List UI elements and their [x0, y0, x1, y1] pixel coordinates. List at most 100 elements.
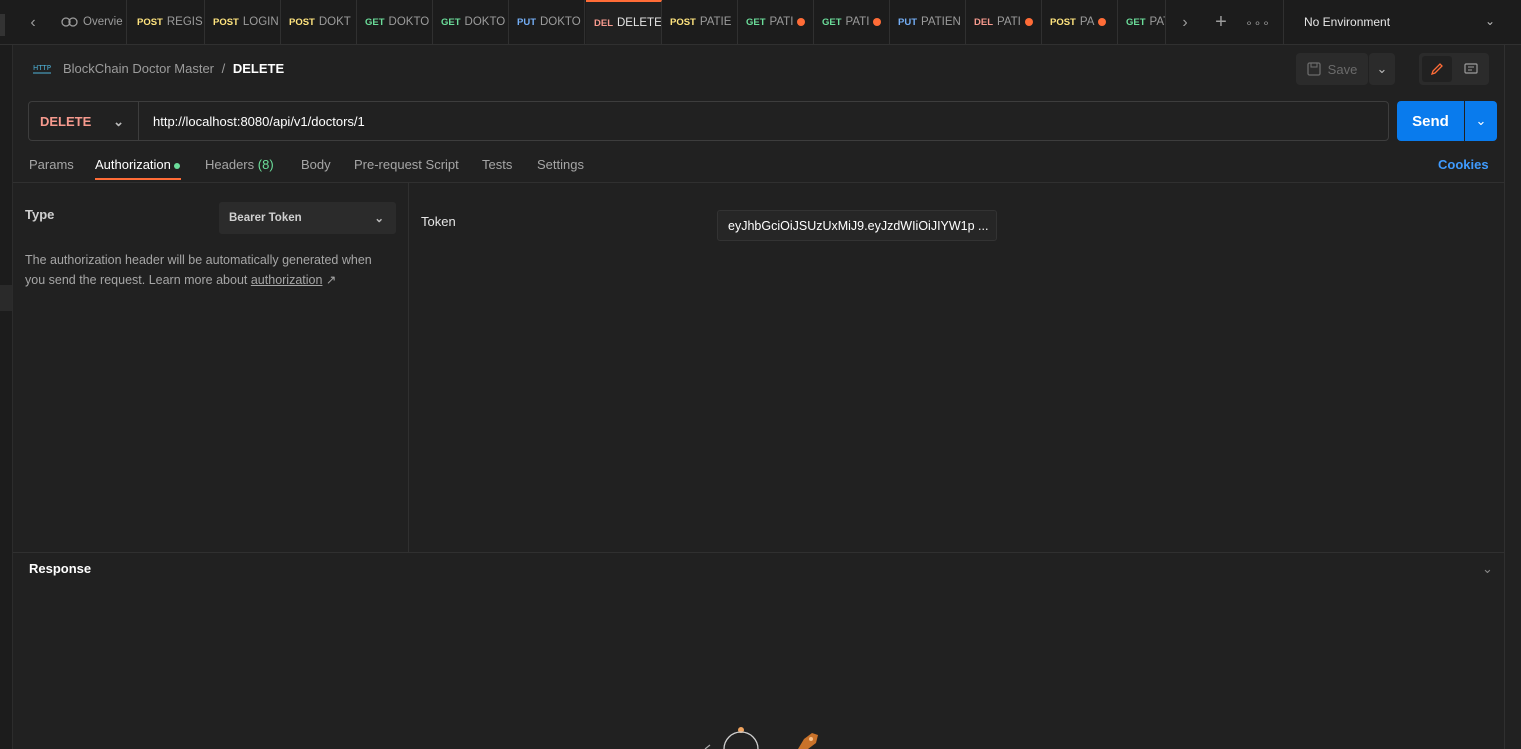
tab-tests[interactable]: Tests — [482, 157, 512, 172]
tab-label: DOKT — [318, 16, 351, 28]
sidebar-collapsed — [0, 45, 13, 749]
new-tab-button[interactable]: + — [1206, 7, 1236, 38]
environment-selector[interactable]: No Environment ⌄ — [1283, 0, 1521, 44]
tab-request[interactable]: POST LOGIN — [205, 0, 281, 44]
auth-type-label: Type — [25, 207, 55, 222]
tab-authorization[interactable]: Authorization — [95, 157, 180, 172]
sidebar-handle[interactable] — [0, 285, 12, 311]
tab-headers[interactable]: Headers (8) — [205, 157, 274, 172]
tabs-scroll-left-button[interactable]: ‹ — [18, 7, 48, 38]
tab-label: PATI — [769, 16, 794, 28]
tab-request[interactable]: GET PATI — [738, 0, 814, 44]
unsaved-dot — [873, 18, 882, 26]
overview-icon — [61, 17, 78, 27]
chevron-down-icon: ⌄ — [1475, 113, 1487, 128]
auth-type-select[interactable]: Bearer Token ⌄ — [219, 202, 396, 234]
tab-label: REGIS — [166, 16, 203, 28]
method-select[interactable]: DELETE ⌄ — [29, 102, 139, 140]
token-label: Token — [421, 214, 456, 229]
tabs-scroll-right-button[interactable]: › — [1170, 7, 1200, 38]
tab-method: GET — [746, 16, 766, 28]
chevron-down-icon: ⌄ — [1484, 14, 1495, 28]
response-title: Response — [29, 561, 92, 576]
tab-method: GET — [1126, 16, 1146, 28]
external-link-icon: ↗ — [325, 273, 337, 287]
tab-label: DOKTO — [540, 16, 581, 28]
collapse-response-button[interactable]: ⌄ — [1482, 561, 1493, 577]
authorization-docs-link[interactable]: authorization — [251, 273, 323, 287]
tab-method: POST — [213, 16, 239, 28]
tab-label: PATIEN — [921, 16, 961, 28]
right-divider — [1504, 45, 1505, 749]
tab-request[interactable]: GET PATI — [814, 0, 890, 44]
tab-request[interactable]: POST REGIS — [129, 0, 205, 44]
tab-label: PAT — [1149, 16, 1165, 28]
breadcrumb-current[interactable]: DELETE — [233, 61, 284, 76]
environment-label: No Environment — [1304, 15, 1391, 29]
tab-method: DEL — [594, 17, 613, 29]
auth-description: The authorization header will be automat… — [25, 250, 395, 290]
tab-request[interactable]: POST PATIE — [662, 0, 738, 44]
tab-request-active[interactable]: DEL DELETE — [586, 0, 662, 44]
tab-method: POST — [1050, 16, 1076, 28]
send-options-button[interactable]: ⌄ — [1465, 101, 1497, 141]
tab-request[interactable]: PUT PATIEN — [890, 0, 966, 44]
tab-label: Headers — [205, 157, 255, 172]
tab-method: POST — [670, 16, 696, 28]
request-url-bar: DELETE ⌄ http://localhost:8080/api/v1/do… — [28, 101, 1389, 141]
tab-method: GET — [822, 16, 842, 28]
http-icon: HTTP — [33, 64, 51, 74]
active-indicator-dot — [173, 162, 180, 169]
token-input[interactable]: eyJhbGciOiJSUzUxMiJ9.eyJzdWIiOiJIYW1p ..… — [717, 210, 997, 241]
tab-request[interactable]: GET DOKTO — [433, 0, 509, 44]
tab-label: PA — [1079, 16, 1095, 28]
cookies-link[interactable]: Cookies — [1438, 157, 1489, 172]
chevron-down-icon: ⌄ — [374, 213, 384, 225]
headers-count: (8) — [257, 157, 274, 172]
chevron-down-icon: ⌄ — [1376, 61, 1388, 76]
method-label: DELETE — [40, 113, 92, 129]
tab-request[interactable]: PUT DOKTO — [509, 0, 585, 44]
unsaved-dot — [797, 18, 806, 26]
tab-label: Overvie — [83, 16, 123, 28]
edit-mode-button[interactable] — [1422, 56, 1452, 82]
more-icon: ∘∘∘ — [1245, 15, 1271, 30]
chevron-right-icon: › — [1182, 13, 1188, 31]
tab-params[interactable]: Params — [29, 157, 74, 172]
send-button[interactable]: Send — [1397, 101, 1464, 141]
save-options-button[interactable]: ⌄ — [1369, 53, 1395, 85]
tab-method: GET — [441, 16, 461, 28]
auth-type-value: Bearer Token — [229, 212, 302, 224]
tab-pre-request-script[interactable]: Pre-request Script — [354, 157, 459, 172]
tab-overview[interactable]: Overvie — [53, 0, 127, 44]
tab-options-button[interactable]: ∘∘∘ — [1243, 7, 1273, 38]
tab-request[interactable]: GETPAT — [1118, 0, 1166, 44]
save-icon — [1307, 62, 1321, 76]
unsaved-dot — [1024, 18, 1033, 26]
tab-label: LOGIN — [242, 16, 279, 28]
tab-method: DEL — [974, 16, 993, 28]
view-mode-toggle — [1419, 53, 1489, 85]
breadcrumb-collection[interactable]: BlockChain Doctor Master — [63, 61, 214, 76]
response-divider[interactable] — [13, 552, 1504, 553]
active-tab-underline — [95, 178, 181, 180]
sidebar-toggle[interactable] — [0, 14, 5, 36]
tab-bar: ‹ Overvie POST REGIS POST LOGIN POST DOKT G… — [0, 0, 1521, 45]
tab-label: Authorization — [95, 157, 171, 172]
tab-request[interactable]: POST PA — [1042, 0, 1118, 44]
comment-icon — [1464, 63, 1478, 74]
save-button[interactable]: Save — [1296, 53, 1368, 85]
tab-request[interactable]: POST DOKT — [281, 0, 357, 44]
url-input[interactable]: http://localhost:8080/api/v1/doctors/1 — [153, 114, 365, 129]
tab-body[interactable]: Body — [301, 157, 331, 172]
tab-method: PUT — [898, 16, 917, 28]
tab-settings[interactable]: Settings — [537, 157, 584, 172]
tab-method: PUT — [517, 16, 536, 28]
documentation-mode-button[interactable] — [1456, 56, 1486, 82]
save-label: Save — [1327, 61, 1358, 77]
tab-request[interactable]: DEL PATI — [966, 0, 1042, 44]
chevron-left-icon: ‹ — [30, 13, 36, 31]
request-tabs: Params Authorization Headers (8) Body Pr… — [13, 146, 1504, 183]
tab-request[interactable]: GET DOKTO — [357, 0, 433, 44]
tab-label: DELETE — [617, 17, 662, 29]
